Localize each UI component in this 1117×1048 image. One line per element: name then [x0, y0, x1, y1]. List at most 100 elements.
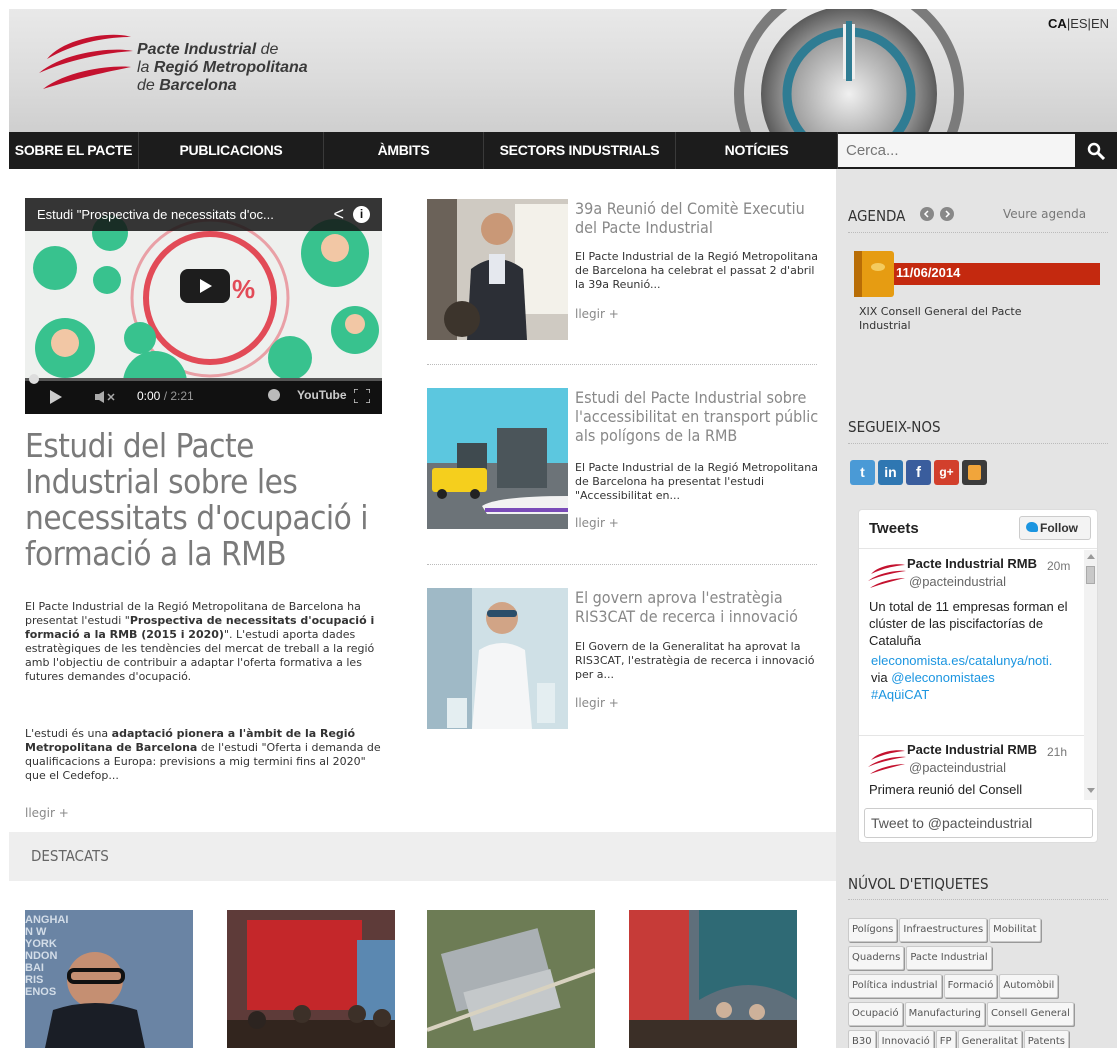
tag-link[interactable]: FP — [935, 1030, 956, 1048]
prev-arrow-icon[interactable] — [920, 207, 934, 221]
news-item: Estudi del Pacte Industrial sobre l'acce… — [427, 388, 820, 533]
destacats-title: DESTACATS — [31, 847, 109, 865]
tag-link[interactable]: Formació — [943, 974, 998, 998]
tweet-avatar — [868, 564, 906, 588]
site-logo-text[interactable]: Pacte Industrial de la Regió Metropolita… — [137, 41, 308, 95]
youtube-logo[interactable]: YouTube — [297, 388, 347, 402]
nav-item-ambits[interactable]: ÀMBITS — [324, 132, 484, 169]
scroll-up-icon[interactable] — [1087, 554, 1095, 559]
news-read-more-link[interactable]: llegir + — [575, 696, 619, 710]
tags-title: NÚVOL D'ETIQUETES — [848, 875, 989, 893]
news-excerpt: El Govern de la Generalitat ha aprovat l… — [575, 640, 815, 681]
facebook-icon[interactable]: f — [906, 460, 931, 485]
tweet-time[interactable]: 21h — [1047, 745, 1067, 759]
tweet-mention-link[interactable]: @eleconomistaes — [891, 670, 995, 685]
tag-link[interactable]: Pacte Industrial — [906, 946, 992, 970]
play-control-icon[interactable] — [49, 390, 63, 404]
video-player[interactable]: Estudi "Prospectiva de necessitats d'oc.… — [25, 198, 382, 414]
nav-item-sobre-el-pacte[interactable]: SOBRE EL PACTE — [9, 132, 139, 169]
lang-ca[interactable]: CA — [1048, 16, 1067, 31]
lang-es[interactable]: ES — [1070, 16, 1087, 31]
tweet-author[interactable]: Pacte Industrial RMB — [907, 742, 1037, 757]
destacat-thumbnail[interactable] — [427, 910, 595, 1048]
tweet-link[interactable]: eleconomista.es/catalunya/noti. — [871, 653, 1052, 668]
tag-link[interactable]: Patents — [1023, 1030, 1070, 1048]
tag-link[interactable]: Política industrial — [848, 974, 942, 998]
news-image[interactable] — [427, 199, 568, 340]
tag-link[interactable]: Polígons — [848, 918, 898, 942]
linkedin-icon[interactable]: in — [878, 460, 903, 485]
divider — [859, 548, 1097, 549]
tweet-handle[interactable]: @pacteindustrial — [909, 760, 1006, 775]
info-icon[interactable]: i — [353, 206, 370, 223]
news-title[interactable]: 39a Reunió del Comitè Executiu del Pacte… — [575, 199, 820, 237]
tag-link[interactable]: Manufacturing — [904, 1002, 985, 1026]
tag-link[interactable]: Infraestructures — [899, 918, 988, 942]
tweet-avatar — [868, 750, 906, 774]
tweet-time[interactable]: 20m — [1047, 559, 1070, 573]
progress-handle[interactable] — [29, 374, 39, 384]
twitter-widget: Tweets Follow Pacte Industrial RMB 20m @… — [858, 509, 1098, 843]
tag-link[interactable]: Ocupació — [848, 1002, 903, 1026]
news-image[interactable] — [427, 588, 568, 729]
tag-link[interactable]: Quaderns — [848, 946, 905, 970]
fullscreen-icon[interactable] — [354, 389, 370, 403]
twitter-follow-button[interactable]: Follow — [1019, 516, 1091, 540]
news-title[interactable]: El govern aprova l'estratègia RIS3CAT de… — [575, 588, 820, 626]
tweet-item: Pacte Industrial RMB 21h @pacteindustria… — [859, 736, 1084, 801]
mute-icon[interactable] — [95, 391, 115, 403]
tag-link[interactable]: Consell General — [987, 1002, 1074, 1026]
tweet-hashtag[interactable]: #AqüiCAT — [871, 687, 929, 702]
watch-later-icon[interactable] — [268, 389, 280, 401]
news-image[interactable] — [427, 388, 568, 529]
search-button[interactable] — [1075, 134, 1117, 167]
tweet-handle[interactable]: @pacteindustrial — [909, 574, 1006, 589]
destacat-thumbnail[interactable] — [629, 910, 797, 1048]
lang-en[interactable]: EN — [1091, 16, 1109, 31]
twitter-bird-icon — [1026, 522, 1038, 532]
next-arrow-icon[interactable] — [940, 207, 954, 221]
tag-link[interactable]: Generalitat — [957, 1030, 1022, 1048]
language-switcher: CA|ES|EN — [1048, 16, 1109, 31]
video-title[interactable]: Estudi "Prospectiva de necessitats d'oc.… — [25, 198, 382, 231]
logo-icon[interactable] — [35, 29, 135, 99]
video-time-current: 0:00 — [137, 389, 161, 403]
news-read-more-link[interactable]: llegir + — [575, 516, 619, 530]
share-icon[interactable]: < — [333, 198, 344, 231]
tweet-compose-placeholder: Tweet to @pacteindustrial — [871, 815, 1033, 831]
agenda-event-title[interactable]: XIX Consell General del Pacte Industrial — [859, 305, 1059, 333]
lead-read-more-link[interactable]: llegir + — [25, 806, 69, 820]
scrollbar-thumb[interactable] — [1086, 566, 1095, 584]
blogger-icon[interactable] — [962, 460, 987, 485]
twitter-icon[interactable]: t — [850, 460, 875, 485]
video-controls: 0:00 / 2:21 YouTube — [25, 374, 382, 414]
google-plus-icon[interactable]: g+ — [934, 460, 959, 485]
nav-item-sectors-industrials[interactable]: SECTORS INDUSTRIALS — [484, 132, 676, 169]
news-read-more-link[interactable]: llegir + — [575, 307, 619, 321]
search-icon — [1087, 142, 1105, 160]
scroll-down-icon[interactable] — [1087, 788, 1095, 793]
progress-bar[interactable] — [25, 378, 382, 381]
destacat-thumbnail[interactable]: ANGHAI N W YORK NDON BAI RIS ENOS — [25, 910, 193, 1048]
tag-link[interactable]: B30 — [848, 1030, 876, 1048]
agenda-link[interactable]: Veure agenda — [1003, 207, 1086, 221]
nav-item-publicacions[interactable]: PUBLICACIONS — [139, 132, 324, 169]
lead-article-paragraph-1: El Pacte Industrial de la Regió Metropol… — [25, 600, 375, 683]
tag-link[interactable]: Mobilitat — [989, 918, 1041, 942]
tweet-text: Primera reunió del Consell — [869, 782, 1023, 797]
tag-link[interactable]: Innovació — [877, 1030, 934, 1048]
play-button[interactable] — [180, 269, 230, 303]
news-title[interactable]: Estudi del Pacte Industrial sobre l'acce… — [575, 388, 820, 445]
tweet-author[interactable]: Pacte Industrial RMB — [907, 556, 1037, 571]
destacat-thumbnail[interactable] — [227, 910, 395, 1048]
search-input[interactable] — [838, 134, 1075, 167]
divider — [848, 232, 1108, 233]
destacat-thumbnail-text: ANGHAI N W YORK NDON BAI RIS ENOS — [25, 914, 69, 998]
lead-article-title[interactable]: Estudi del Pacte Industrial sobre les ne… — [25, 428, 395, 572]
agenda-title: AGENDA — [848, 207, 906, 225]
tweet-scrollbar[interactable] — [1084, 550, 1097, 800]
nav-item-noticies[interactable]: NOTÍCIES — [676, 132, 838, 169]
tweet-compose-input[interactable]: Tweet to @pacteindustrial — [864, 808, 1093, 838]
social-icons: t in f g+ — [850, 460, 987, 485]
tag-link[interactable]: Automòbil — [999, 974, 1059, 998]
